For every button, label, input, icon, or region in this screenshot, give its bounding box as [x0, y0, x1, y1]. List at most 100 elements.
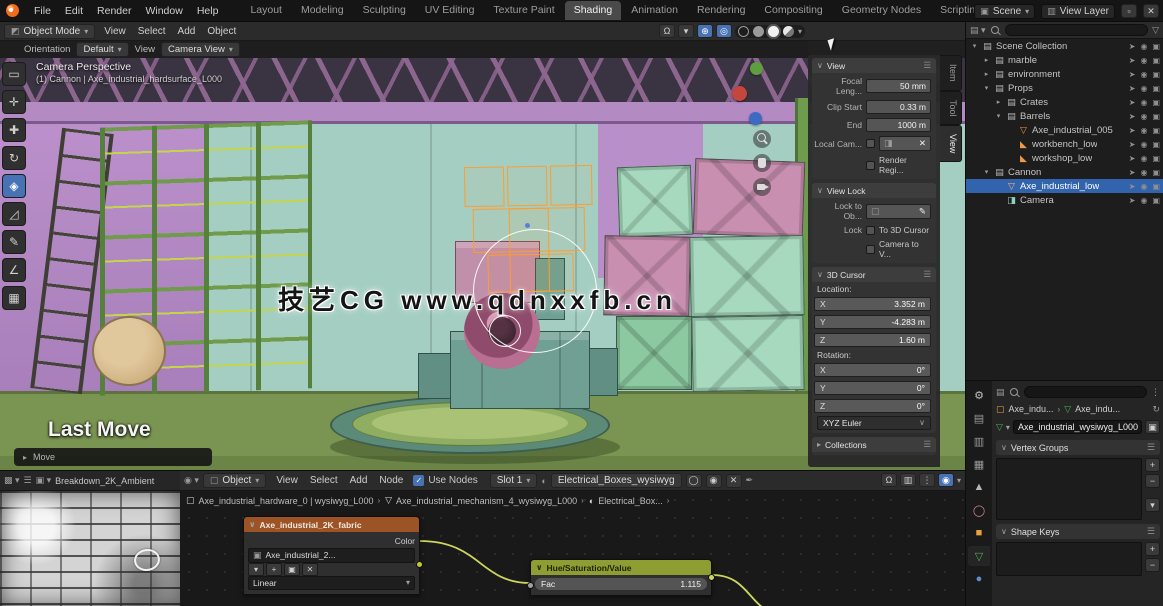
breadcrumb-material[interactable]: ◐ Electrical_Box... ›	[589, 496, 670, 506]
remove-shape-key-button[interactable]: −	[1145, 558, 1160, 572]
camera-to-view-checkbox[interactable]	[866, 245, 875, 254]
selectable-toggle[interactable]: ➤	[1129, 42, 1136, 51]
viewport-menu-item[interactable]: Add	[172, 25, 202, 38]
selectable-toggle[interactable]: ➤	[1129, 154, 1136, 163]
node-graph[interactable]: ∨ Axe_industrial_2K_fabric Color ▣ Axe_i…	[180, 491, 965, 606]
filter-icon[interactable]: ▽	[1152, 25, 1159, 36]
render-visibility-toggle[interactable]: ▣	[1152, 84, 1160, 93]
render-visibility-toggle[interactable]: ▣	[1152, 140, 1160, 149]
properties-search-input[interactable]	[1024, 386, 1147, 398]
move-tool[interactable]: ✚	[2, 118, 26, 142]
render-visibility-toggle[interactable]: ▣	[1152, 70, 1160, 79]
lock-to-cursor-checkbox[interactable]	[866, 226, 875, 235]
select-box-tool[interactable]: ▭	[2, 62, 26, 86]
output-socket[interactable]	[708, 574, 715, 581]
render-visibility-toggle[interactable]: ▣	[1152, 154, 1160, 163]
breadcrumb-object[interactable]: ▢ Axe_industrial_hardware_0 | wysiwyg_L0…	[186, 495, 380, 506]
hide-toggle[interactable]: ◉	[1140, 168, 1147, 177]
colorspace-dropdown[interactable]: Linear▾	[248, 576, 415, 590]
outliner-row-mesh[interactable]: ▽ Axe_industrial_low ➤ ◉ ▣	[966, 179, 1163, 193]
panel-menu-icon[interactable]: ☰	[923, 269, 931, 280]
clip-start-field[interactable]: 0.33 m	[866, 100, 931, 114]
filter-options-icon[interactable]: ⋮	[1151, 387, 1160, 398]
hide-toggle[interactable]: ◉	[1140, 154, 1147, 163]
unlink-material-button[interactable]: ✕	[726, 474, 742, 488]
fac-slider[interactable]: Fac 1.115	[535, 578, 707, 590]
selectable-toggle[interactable]: ➤	[1129, 56, 1136, 65]
expand-icon[interactable]: ▾	[970, 42, 979, 50]
breadcrumb-data[interactable]: Axe_indu...	[1075, 404, 1120, 414]
solid-shading-button[interactable]	[753, 26, 764, 37]
gizmo-toggle[interactable]: ⊕	[697, 24, 713, 38]
browse-image-button[interactable]: ▾	[248, 563, 264, 576]
workspace-tab[interactable]: Texture Paint	[484, 1, 563, 20]
cursor-panel-header[interactable]: ∨ 3D Cursor ☰	[812, 267, 936, 282]
cursor-location-field[interactable]: Z1.60 m	[814, 333, 931, 347]
selectable-toggle[interactable]: ➤	[1129, 84, 1136, 93]
selectable-toggle[interactable]: ➤	[1129, 140, 1136, 149]
outliner-row-collection[interactable]: ▾ ▤ Props ➤ ◉ ▣	[966, 81, 1163, 95]
axis-y-gizmo[interactable]	[750, 62, 763, 75]
image-texture-node[interactable]: ∨ Axe_industrial_2K_fabric Color ▣ Axe_i…	[243, 516, 420, 595]
camera-view-gizmo-icon[interactable]	[753, 178, 771, 196]
material-name-field[interactable]: Electrical_Boxes_wysiwyg	[551, 473, 682, 488]
chevron-down-icon[interactable]: ∨	[249, 520, 256, 529]
chevron-down-icon[interactable]: ▾	[1006, 423, 1010, 432]
3d-viewport[interactable]: ◩ Object Mode ▾ ViewSelectAddObject Ω ▾ …	[0, 22, 965, 470]
overlays-toggle[interactable]: ◎	[716, 24, 732, 38]
panel-menu-icon[interactable]: ☰	[923, 60, 931, 71]
render-visibility-toggle[interactable]: ▣	[1152, 98, 1160, 107]
operator-panel[interactable]: ▸ Move	[14, 448, 212, 466]
outliner-row-collection[interactable]: ▸ ▤ environment ➤ ◉ ▣	[966, 67, 1163, 81]
view-layer-selector[interactable]: ▥ View Layer	[1041, 4, 1115, 19]
object-tab[interactable]: ■	[968, 523, 990, 543]
hide-toggle[interactable]: ◉	[1140, 182, 1147, 191]
collections-panel-header[interactable]: ▸ Collections ☰	[812, 437, 936, 452]
fake-user-button[interactable]: ◉	[706, 474, 722, 488]
new-view-layer-button[interactable]: ▫	[1121, 4, 1137, 18]
selectable-toggle[interactable]: ➤	[1129, 182, 1136, 191]
tool-tab[interactable]: ⚙	[968, 385, 990, 405]
shader-menu-item[interactable]: View	[270, 474, 304, 487]
outliner-row-mesh[interactable]: ▽ Axe_industrial_005 ➤ ◉ ▣	[966, 123, 1163, 137]
shape-keys-header[interactable]: ∨ Shape Keys ☰	[996, 524, 1160, 539]
object-data-tab[interactable]: ▽	[968, 546, 990, 566]
color-output-socket[interactable]	[416, 561, 423, 568]
open-image-button[interactable]: ▣	[284, 563, 300, 576]
outliner-row-object[interactable]: ◣ workshop_low ➤ ◉ ▣	[966, 151, 1163, 165]
world-tab[interactable]: ◯	[968, 500, 990, 520]
cursor-rotation-field[interactable]: Y0°	[814, 381, 931, 395]
expand-icon[interactable]: ▾	[994, 112, 1003, 120]
render-visibility-toggle[interactable]: ▣	[1152, 182, 1160, 191]
image-datablock-field[interactable]: ▣ Axe_industrial_2...	[248, 548, 415, 563]
expand-icon[interactable]: ▾	[982, 168, 991, 176]
selectable-toggle[interactable]: ➤	[1129, 98, 1136, 107]
view-dropdown[interactable]: Camera View ▾	[161, 42, 240, 57]
render-visibility-toggle[interactable]: ▣	[1152, 112, 1160, 121]
add-shape-key-button[interactable]: +	[1145, 542, 1160, 556]
outliner-row-collection[interactable]: ▸ ▤ marble ➤ ◉ ▣	[966, 53, 1163, 67]
outliner-row-scene-collection[interactable]: ▾ ▤ Scene Collection ➤ ◉ ▣	[966, 39, 1163, 53]
shader-mode-dropdown[interactable]: ▢ Object ▾	[203, 473, 266, 488]
panel-menu-icon[interactable]: ☰	[1147, 526, 1155, 537]
new-image-button[interactable]: +	[266, 563, 282, 576]
workspace-tab[interactable]: Modeling	[292, 1, 353, 20]
display-mode-dropdown[interactable]: ▤ ▾	[970, 25, 986, 36]
workspace-tab[interactable]: Layout	[241, 1, 291, 20]
snap-magnet-icon[interactable]: Ω	[659, 24, 675, 38]
pan-gizmo-icon[interactable]	[753, 154, 771, 172]
color-adjust-node[interactable]: ∨ Hue/Saturation/Value Fac 1.115	[530, 559, 712, 596]
cursor-location-field[interactable]: Y-4.283 m	[814, 315, 931, 329]
hide-toggle[interactable]: ◉	[1140, 56, 1147, 65]
local-camera-field[interactable]: ◨✕	[879, 136, 931, 151]
use-nodes-checkbox[interactable]: ✓	[413, 475, 424, 486]
menu-item[interactable]: File	[27, 3, 58, 19]
cursor-rotation-field[interactable]: X0°	[814, 363, 931, 377]
rotate-tool[interactable]: ↻	[2, 146, 26, 170]
hide-toggle[interactable]: ◉	[1140, 84, 1147, 93]
shape-keys-list[interactable]	[996, 542, 1142, 576]
shader-menu-item[interactable]: Add	[344, 474, 374, 487]
view-lock-header[interactable]: ∨ View Lock	[812, 183, 936, 198]
clear-icon[interactable]: ✕	[919, 138, 926, 149]
rendered-shading-button[interactable]	[783, 26, 794, 37]
